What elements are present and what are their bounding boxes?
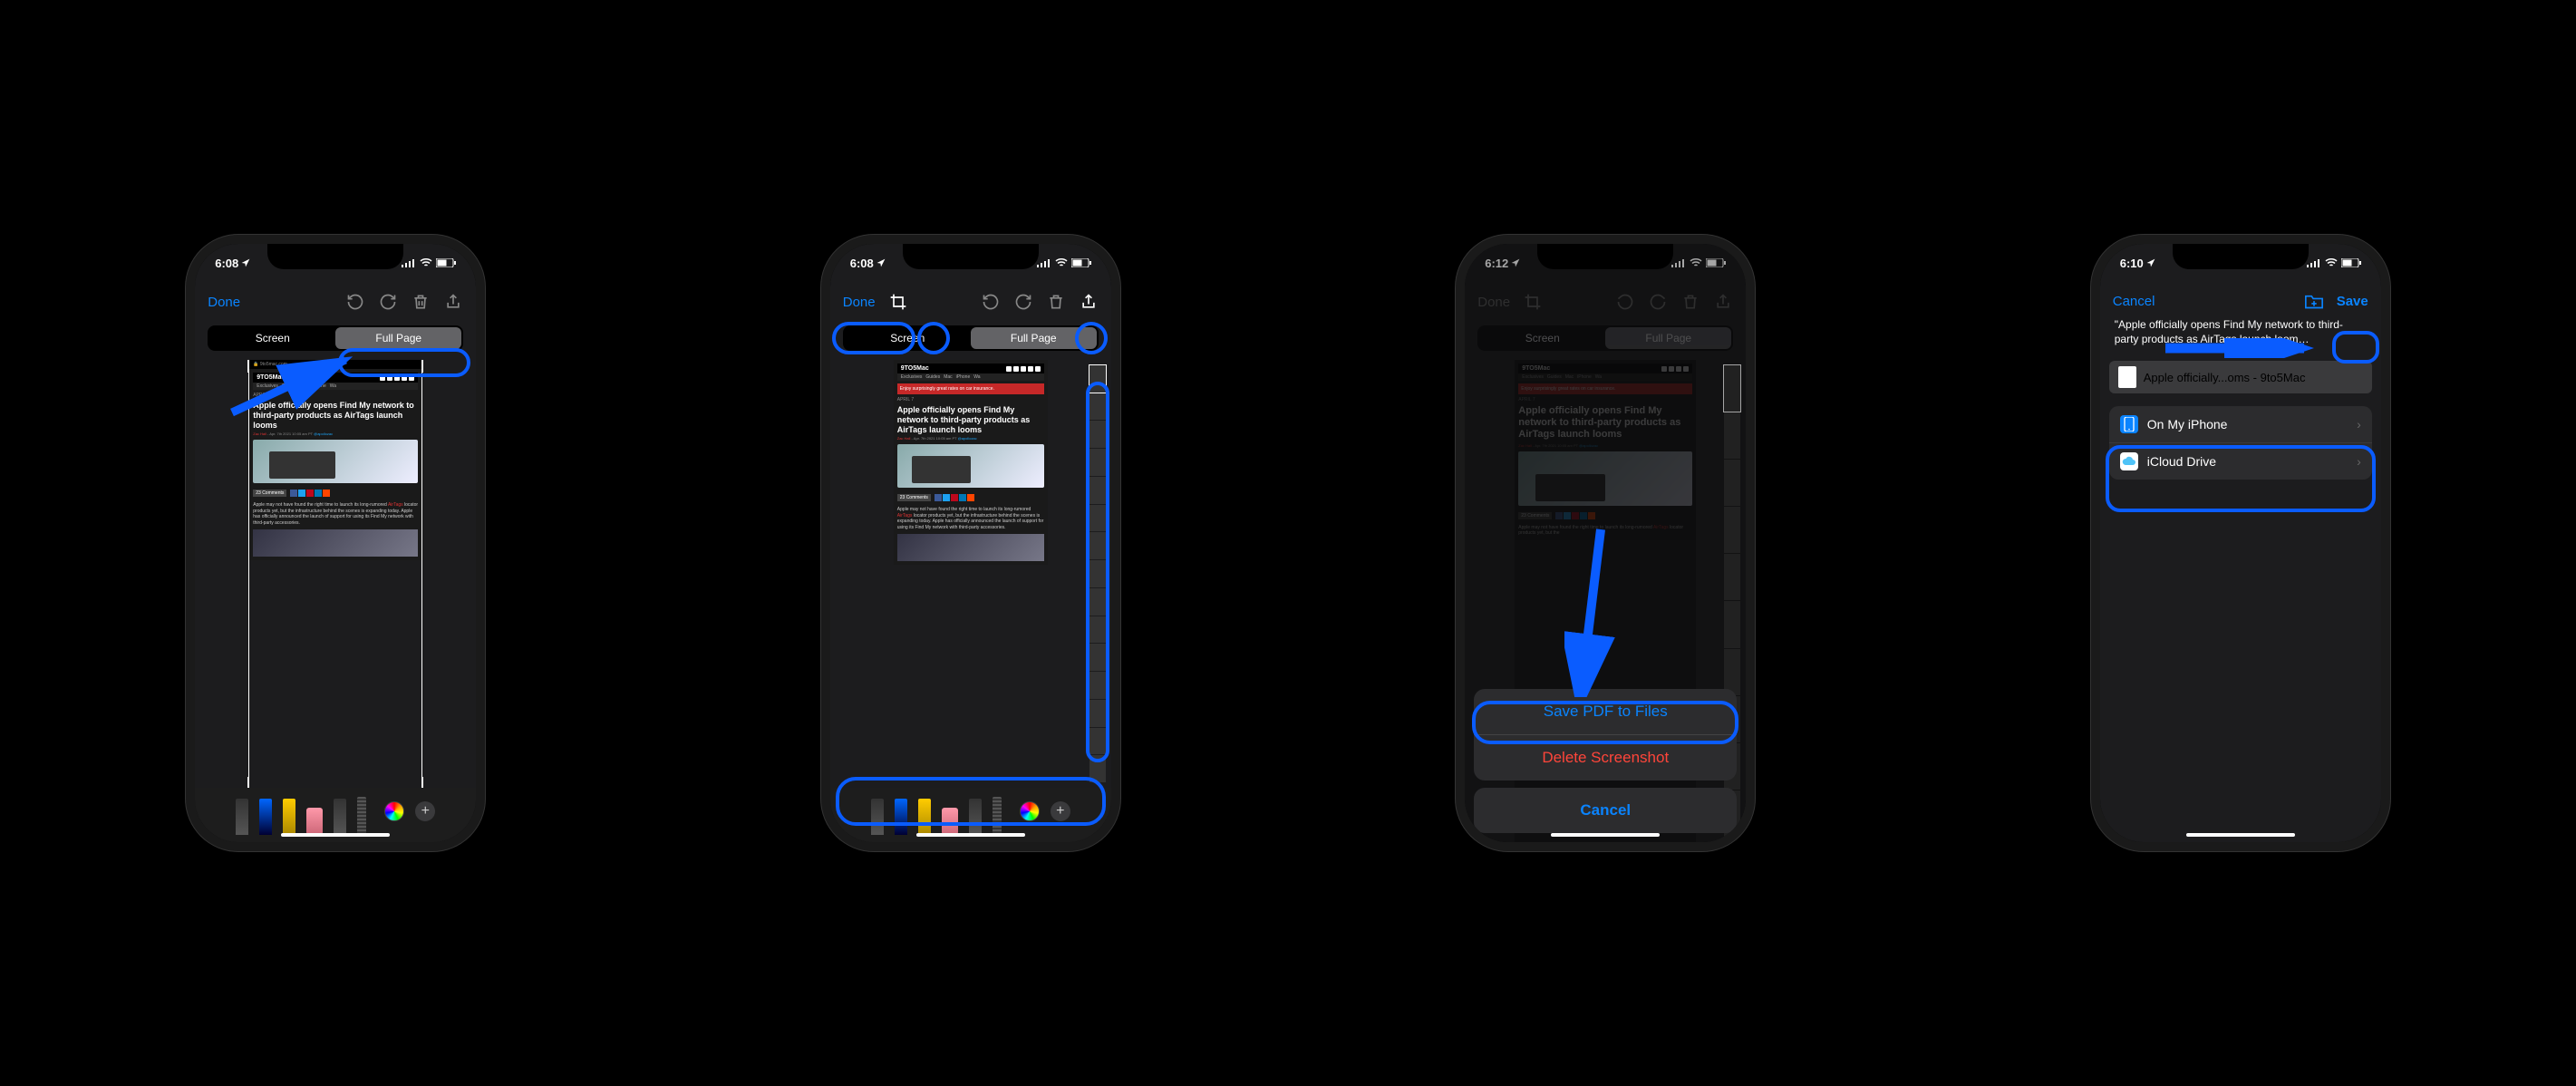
color-picker[interactable] bbox=[1020, 801, 1040, 821]
tab-screen[interactable]: Screen bbox=[845, 327, 971, 349]
save-pdf-button[interactable]: Save PDF to Files bbox=[1474, 689, 1737, 734]
page-preview[interactable]: 🔒 9to5mac.com 9TO5Mac ExclusivesGuidesMa… bbox=[249, 360, 421, 788]
redo-icon[interactable] bbox=[378, 292, 398, 312]
location-label: On My iPhone bbox=[2147, 417, 2228, 431]
marker-tool[interactable] bbox=[918, 799, 931, 835]
crop-icon[interactable] bbox=[888, 292, 908, 312]
tab-full-page[interactable]: Full Page bbox=[335, 327, 461, 349]
marker-tool[interactable] bbox=[283, 799, 295, 835]
phone-3: 6:12 Done Screen Full Page bbox=[1465, 244, 1746, 842]
trash-icon[interactable] bbox=[411, 292, 431, 312]
ruler-tool[interactable] bbox=[993, 797, 1002, 835]
pen-tool[interactable] bbox=[259, 799, 272, 835]
location-label: iCloud Drive bbox=[2147, 454, 2216, 469]
markup-toolbar-top: Done bbox=[195, 284, 476, 320]
wifi-icon bbox=[2325, 257, 2338, 270]
delete-screenshot-button[interactable]: Delete Screenshot bbox=[1474, 734, 1737, 781]
wifi-icon bbox=[420, 257, 432, 270]
location-arrow-icon bbox=[876, 257, 886, 270]
hero-image bbox=[253, 440, 418, 483]
pencil-tool[interactable] bbox=[236, 799, 248, 835]
notch bbox=[2173, 244, 2309, 269]
save-header: Cancel Save bbox=[2100, 284, 2381, 318]
done-button[interactable]: Done bbox=[843, 295, 876, 310]
lasso-tool[interactable] bbox=[334, 799, 346, 835]
site-nav: ExclusivesGuidesMaciPhoneWa bbox=[253, 383, 418, 390]
signal-bars-icon bbox=[402, 257, 416, 270]
ruler-tool[interactable] bbox=[357, 797, 366, 835]
phone-4: 6:10 Cancel Save "Apple officially opens… bbox=[2100, 244, 2381, 842]
lasso-tool[interactable] bbox=[969, 799, 982, 835]
location-arrow-icon bbox=[241, 257, 250, 270]
article-date: APRIL 7 bbox=[253, 393, 418, 398]
segmented-control[interactable]: Screen Full Page bbox=[843, 325, 1099, 351]
social-icons bbox=[290, 490, 330, 497]
markup-toolbar-top: Done bbox=[830, 284, 1111, 320]
cancel-button[interactable]: Cancel bbox=[1474, 788, 1737, 833]
page-preview[interactable]: 9TO5Mac ExclusivesGuidesMaciPhoneWa Enjo… bbox=[894, 360, 1048, 788]
location-icloud-drive[interactable]: iCloud Drive › bbox=[2109, 442, 2372, 480]
pen-tool[interactable] bbox=[895, 799, 907, 835]
color-picker[interactable] bbox=[384, 801, 404, 821]
new-folder-icon[interactable] bbox=[2304, 293, 2324, 309]
add-button[interactable]: + bbox=[415, 801, 435, 821]
undo-icon[interactable] bbox=[981, 292, 1001, 312]
home-indicator[interactable] bbox=[1551, 833, 1660, 837]
article-byline: Zac Hall - Apr. 7th 2021 10:05 am PT @ap… bbox=[253, 431, 418, 436]
ad-banner: Enjoy surprisingly great rates on car in… bbox=[897, 383, 1044, 394]
home-indicator[interactable] bbox=[281, 833, 390, 837]
signal-bars-icon bbox=[1037, 257, 1051, 270]
battery-icon bbox=[1071, 257, 1091, 270]
share-icon[interactable] bbox=[443, 292, 463, 312]
phone-1: 6:08 Done Screen Full Page bbox=[195, 244, 476, 842]
wifi-icon bbox=[1055, 257, 1068, 270]
file-quote: "Apple officially opens Find My network … bbox=[2115, 318, 2367, 346]
cancel-button[interactable]: Cancel bbox=[2113, 294, 2155, 309]
segmented-control[interactable]: Screen Full Page bbox=[208, 325, 463, 351]
notch bbox=[267, 244, 403, 269]
chevron-right-icon: › bbox=[2357, 454, 2361, 469]
signal-bars-icon bbox=[2307, 257, 2321, 270]
tab-screen[interactable]: Screen bbox=[209, 327, 335, 349]
action-sheet: Save PDF to Files Delete Screenshot Canc… bbox=[1465, 244, 1746, 842]
battery-icon bbox=[2341, 257, 2361, 270]
filename-field[interactable]: Apple officially...oms - 9to5Mac bbox=[2109, 361, 2372, 393]
file-thumbnail-icon bbox=[2118, 366, 2136, 388]
add-button[interactable]: + bbox=[1051, 801, 1070, 821]
eraser-tool[interactable] bbox=[306, 808, 323, 835]
eraser-tool[interactable] bbox=[942, 808, 958, 835]
inline-ad bbox=[253, 529, 418, 557]
phone-2: 6:08 Done Screen Full Page bbox=[830, 244, 1111, 842]
iphone-icon bbox=[2120, 415, 2138, 433]
done-button[interactable]: Done bbox=[208, 295, 240, 310]
notch bbox=[903, 244, 1039, 269]
page-thumbnail-strip[interactable] bbox=[1089, 365, 1106, 782]
site-logo: 9TO5Mac bbox=[257, 374, 285, 381]
trash-icon[interactable] bbox=[1046, 292, 1066, 312]
article-headline: Apple officially opens Find My network t… bbox=[253, 401, 418, 430]
chevron-right-icon: › bbox=[2357, 417, 2361, 431]
article-body: Apple may not have found the right time … bbox=[253, 502, 418, 526]
pencil-tool[interactable] bbox=[871, 799, 884, 835]
home-indicator[interactable] bbox=[916, 833, 1025, 837]
icloud-icon bbox=[2120, 452, 2138, 470]
undo-icon[interactable] bbox=[345, 292, 365, 312]
home-indicator[interactable] bbox=[2186, 833, 2295, 837]
tab-full-page[interactable]: Full Page bbox=[971, 327, 1097, 349]
location-arrow-icon bbox=[2146, 257, 2155, 270]
status-time: 6:10 bbox=[2120, 257, 2144, 270]
status-time: 6:08 bbox=[850, 257, 874, 270]
battery-icon bbox=[436, 257, 456, 270]
save-button[interactable]: Save bbox=[2337, 294, 2368, 309]
redo-icon[interactable] bbox=[1013, 292, 1033, 312]
location-list: On My iPhone › iCloud Drive › bbox=[2109, 406, 2372, 480]
location-on-my-iphone[interactable]: On My iPhone › bbox=[2109, 406, 2372, 442]
comments-badge: 23 Comments bbox=[253, 490, 286, 497]
filename-text: Apple officially...oms - 9to5Mac bbox=[2144, 371, 2306, 384]
share-icon[interactable] bbox=[1079, 292, 1099, 312]
status-time: 6:08 bbox=[215, 257, 238, 270]
